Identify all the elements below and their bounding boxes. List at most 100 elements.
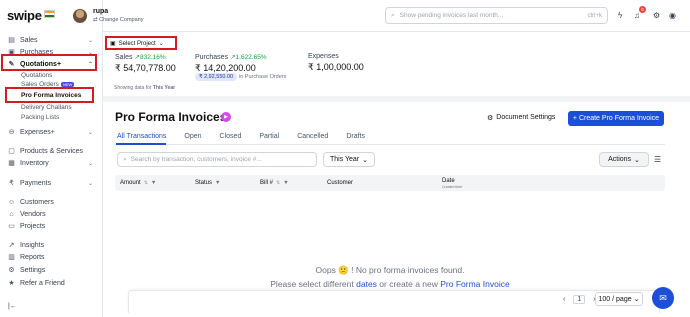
highlight-box-pro-forma	[5, 87, 94, 103]
dates-link[interactable]: dates	[356, 279, 377, 289]
settings-icon[interactable]: ⚙	[653, 11, 660, 20]
create-pro-forma-link[interactable]: Pro Forma Invoice	[440, 279, 509, 289]
reports-icon: ▥	[8, 254, 15, 261]
tab-closed[interactable]: Closed	[220, 133, 242, 140]
prev-page-icon[interactable]: ‹	[563, 296, 565, 303]
sidebar-subitem-quotations[interactable]: Quotations	[21, 72, 52, 79]
notification-badge: 6	[639, 6, 646, 13]
transaction-search-input[interactable]: ⌕ Search by transaction, customers, invoi…	[117, 152, 317, 167]
sort-icon[interactable]: ⇅	[276, 180, 280, 186]
chevron-down-icon: ⌄	[634, 156, 640, 164]
projects-icon: ▭	[8, 223, 15, 230]
sidebar-item-projects[interactable]: ▭ Projects	[8, 221, 45, 231]
column-bill[interactable]: Bill # ⇅ ▼	[260, 180, 289, 186]
chevron-down-icon: ⌄	[362, 156, 369, 164]
avatar[interactable]	[73, 9, 87, 23]
tab-drafts[interactable]: Drafts	[346, 133, 365, 140]
user-name: rupa	[93, 8, 109, 15]
column-label: Customer	[327, 180, 354, 186]
chat-support-button[interactable]: ✉	[652, 287, 674, 309]
search-icon: ⌕	[123, 155, 127, 163]
sidebar-item-label: Products & Services	[20, 147, 84, 155]
search-icon: ⌕	[391, 11, 395, 19]
filter-icon[interactable]: ▼	[283, 180, 288, 186]
collapse-icon: |←	[8, 302, 17, 310]
column-amount[interactable]: Amount ⇅ ▼	[120, 180, 156, 186]
chevron-down-icon: ⌄	[88, 160, 94, 167]
column-date[interactable]: Date Created time	[442, 178, 462, 189]
column-customer[interactable]: Customer	[327, 180, 353, 186]
sales-value: ₹ 54,70,778.00	[115, 63, 176, 73]
empty-hint-text: Please select different	[270, 279, 354, 289]
tab-open[interactable]: Open	[184, 133, 201, 140]
empty-state-message: Oops 🙁 ! No pro forma invoices found.	[315, 265, 465, 275]
purchases-change-value: 1,622.65%	[235, 54, 267, 61]
section-divider	[103, 96, 690, 102]
sidebar-subitem-delivery-challans[interactable]: Delivery Challans	[21, 104, 72, 111]
sidebar-item-sales[interactable]: ▤ Sales ⌄	[8, 35, 93, 45]
sidebar-item-label: Payments	[20, 179, 52, 187]
bell-icon[interactable]: ♫	[634, 11, 640, 20]
sales-change: ↗832.16%	[134, 54, 166, 61]
sidebar-item-label: Vendors	[20, 210, 46, 218]
sidebar-subitem-packing-lists[interactable]: Packing Lists	[21, 114, 59, 121]
sidebar-item-products[interactable]: ▢ Products & Services	[8, 146, 83, 156]
actions-dropdown[interactable]: Actions ⌄	[599, 152, 649, 167]
actions-label: Actions	[608, 156, 632, 163]
table-header: Amount ⇅ ▼ Status ▼ Bill # ⇅ ▼ Customer Date C…	[115, 175, 665, 191]
column-label: Status	[195, 180, 213, 186]
sidebar-item-insights[interactable]: ↗ Insights	[8, 240, 45, 250]
empty-state-hint: Please select different dates or create …	[0, 279, 690, 289]
search-placeholder: Show pending invoices last month...	[399, 12, 504, 19]
sidebar-item-inventory[interactable]: ▦ Inventory ⌄	[8, 158, 93, 168]
sidebar-item-label: Sales	[20, 36, 38, 44]
sliders-icon[interactable]: ☰	[654, 155, 661, 164]
page-title: Pro Forma Invoices	[115, 110, 227, 124]
bolt-icon[interactable]: ϟ	[618, 11, 622, 20]
tabs-divider	[115, 144, 665, 145]
user-icon[interactable]: ◉	[669, 11, 676, 20]
sidebar-item-customers[interactable]: ☺ Customers	[8, 197, 54, 207]
search-shortcut: ctrl+k	[587, 12, 602, 19]
sidebar-item-expenses[interactable]: ⊖ Expenses+ ⌄	[8, 127, 93, 137]
sales-label: Sales	[115, 54, 133, 61]
sales-change-value: 832.16%	[139, 54, 166, 61]
sidebar-item-payments[interactable]: ₹ Payments ⌄	[8, 178, 93, 188]
chevron-down-icon: ⌄	[88, 129, 94, 136]
purchases-stat: Purchases ↗1,622.65% ₹ 14,20,200.00	[195, 53, 267, 74]
brand-logo[interactable]: swipe	[7, 8, 55, 23]
sidebar-item-label: Projects	[20, 222, 46, 230]
sidebar-item-label: Inventory	[20, 159, 49, 167]
change-company-link[interactable]: ⇄ Change Company	[93, 17, 143, 23]
year-filter-select[interactable]: This Year ⌄	[323, 152, 375, 167]
gear-icon: ⚙	[487, 115, 494, 122]
page-size-select[interactable]: 100 / page ⌄	[595, 292, 643, 306]
chevron-down-icon: ⌄	[88, 180, 94, 187]
sort-icon[interactable]: ⇅	[144, 180, 148, 186]
sidebar-item-label: Reports	[20, 253, 45, 261]
sidebar-item-vendors[interactable]: ⌂ Vendors	[8, 209, 46, 219]
collapse-sidebar-button[interactable]: |←	[8, 301, 17, 311]
showing-prefix: Showing data for	[114, 85, 152, 91]
global-search-input[interactable]: ⌕ Show pending invoices last month... ctrl…	[385, 7, 608, 24]
purchases-label: Purchases	[195, 54, 229, 61]
play-video-icon[interactable]: ▶	[221, 112, 231, 122]
document-settings-button[interactable]: ⚙ Document Settings	[487, 114, 555, 122]
india-flag-icon	[43, 10, 55, 18]
showing-period: Showing data for This Year	[114, 85, 175, 91]
tab-partial[interactable]: Partial	[259, 133, 279, 140]
tab-all-transactions[interactable]: All Transactions	[117, 133, 166, 140]
showing-period-value: This Year	[152, 85, 176, 91]
column-status[interactable]: Status ▼	[195, 180, 220, 186]
create-pro-forma-button[interactable]: + Create Pro Forma Invoice	[568, 111, 664, 126]
current-page[interactable]: 1	[573, 295, 586, 304]
user-icon: ☺	[8, 198, 16, 206]
tab-cancelled[interactable]: Cancelled	[297, 133, 328, 140]
chevron-down-icon: ⌄	[633, 296, 640, 303]
highlight-box-quotations	[1, 54, 97, 71]
filter-icon[interactable]: ▼	[151, 180, 156, 186]
sidebar-item-reports[interactable]: ▥ Reports	[8, 252, 45, 262]
empty-hint-text: or create a new	[379, 279, 438, 289]
filter-icon[interactable]: ▼	[215, 180, 220, 186]
purchase-orders-note: in Purchase Orders	[239, 74, 287, 80]
